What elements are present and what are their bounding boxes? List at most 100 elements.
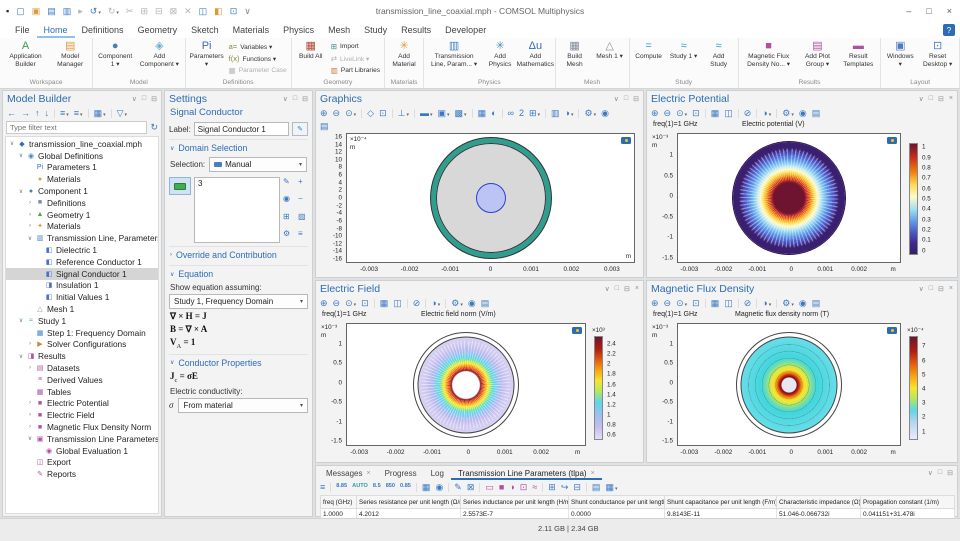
refresh-icon[interactable]: ↻ (150, 123, 158, 132)
float-icon[interactable]: □ (293, 95, 297, 103)
ribbon-tab-mesh[interactable]: Mesh (321, 23, 357, 38)
cut-icon[interactable]: ✂ (126, 6, 134, 16)
tree-node-materials[interactable]: › ✦ Materials (6, 221, 158, 233)
clear-table-icon[interactable]: ✎ (454, 482, 462, 492)
lock-axes-icon[interactable]: ⊘ (744, 108, 752, 118)
help-button[interactable]: ? (943, 24, 955, 36)
add-physics-button[interactable]: ✳ Add Physics (483, 39, 517, 69)
ribbon-tab-definitions[interactable]: Definitions (75, 23, 131, 38)
undo-icon[interactable]: ↺ ▾ (90, 6, 101, 16)
list-item[interactable]: 3 (198, 179, 276, 188)
print-icon[interactable]: ▤ (481, 298, 490, 308)
float-icon[interactable]: □ (929, 95, 933, 103)
plot-logo-icon[interactable] (572, 327, 582, 334)
tree-node-geometry-1[interactable]: › ▲ Geometry 1 (6, 209, 158, 221)
application-builder-button[interactable]: A Application Builder (2, 39, 49, 69)
parameters-button[interactable]: Pi Parameters ▾ (188, 39, 226, 69)
conductivity-dropdown[interactable]: From material ▾ (178, 397, 308, 413)
tree-chevron-icon[interactable]: ∨ (18, 152, 24, 159)
zoom-in-icon[interactable]: ⊕ (320, 298, 328, 308)
label-field[interactable]: Signal Conductor 1 (193, 122, 289, 136)
tree-chevron-icon[interactable]: ∨ (27, 235, 33, 242)
graphics-canvas[interactable]: ×10⁻⁴ m m (346, 133, 635, 263)
pin-icon[interactable]: ⊟ (624, 285, 630, 293)
ribbon-tab-physics[interactable]: Physics (276, 23, 321, 38)
import-button[interactable]: ⊞ Import (329, 41, 382, 52)
pan-icon[interactable]: ◇ (367, 108, 374, 118)
tab-messages[interactable]: Messages × (319, 467, 378, 480)
run-icon[interactable]: ▸ (78, 6, 83, 16)
autofit-columns-icon[interactable]: ≡ (320, 482, 325, 492)
color-theme-icon[interactable]: ◑ ▾ (762, 298, 771, 308)
tree-node-insulation-1[interactable]: ◨ Insulation 1 (6, 280, 158, 292)
color-theme-icon[interactable]: ◑ ▾ (565, 108, 574, 118)
settings-icon[interactable]: ⚙ ▾ (782, 108, 794, 118)
color-theme-icon[interactable]: ◑ ▾ (762, 108, 771, 118)
transmission-line-param-button[interactable]: ▥ Transmission Line, Param... ▾ (426, 39, 482, 69)
close-icon[interactable]: × (366, 470, 370, 477)
table-graph-icon[interactable]: ⊡ (520, 482, 528, 492)
tree-node-export[interactable]: ◫ Export (6, 457, 158, 469)
collapse-icon[interactable]: ∨ (614, 95, 619, 103)
copy-selection-icon[interactable]: ⊞ (283, 212, 293, 226)
magnetic-flux-canvas[interactable] (677, 323, 901, 446)
tree-node-initial-values-1[interactable]: ◧ Initial Values 1 (6, 291, 158, 303)
tree-node-derived-values[interactable]: ≡ Derived Values (6, 374, 158, 386)
domain-selection-list[interactable]: 3 (194, 177, 280, 243)
remove-icon[interactable]: − (298, 195, 308, 208)
compute-button[interactable]: = Compute (632, 39, 666, 62)
plot-logo-icon[interactable] (887, 327, 897, 334)
tree-node-study-1[interactable]: ∨ ≈ Study 1 (6, 315, 158, 327)
display-precision-icon[interactable]: 8.5 (373, 484, 381, 490)
section-conductor-properties[interactable]: ∨ Conductor Properties (169, 353, 308, 370)
close-icon[interactable]: × (949, 285, 953, 293)
minimize-button[interactable]: – (906, 6, 911, 16)
open-file-icon[interactable]: ▣ (32, 6, 41, 16)
table-surface-icon[interactable]: ▭ (485, 482, 494, 492)
zoom-in-icon[interactable]: ⊕ (320, 108, 328, 118)
functions-button[interactable]: f(x) Functions ▾ (227, 53, 289, 64)
section-override[interactable]: › Override and Contribution (169, 246, 308, 262)
tree-node-solver-configurations[interactable]: › ▶ Solver Configurations (6, 339, 158, 351)
table-settings-icon[interactable]: ▦ (422, 482, 431, 492)
add-mathematics-button[interactable]: Δu Add Mathematics (517, 39, 554, 69)
copy-selected-icon[interactable]: ⊟ (573, 482, 581, 492)
transparency-icon[interactable]: ∞ (508, 108, 514, 118)
zoom-out-icon[interactable]: ⊖ (333, 108, 341, 118)
maximize-button[interactable]: □ (926, 6, 931, 16)
result-templates-button[interactable]: ▬ Result Templates (838, 39, 878, 69)
model-builder-window-icon[interactable]: ◫ (199, 6, 208, 16)
selection-settings-icon[interactable]: ⚙ (283, 229, 293, 243)
tree-chevron-icon[interactable]: › (27, 424, 33, 430)
ribbon-tab-sketch[interactable]: Sketch (184, 23, 226, 38)
plot-in-graphics-icon[interactable]: ◑ (509, 482, 514, 492)
tree-node-step-1-frequency-domain[interactable]: ▦ Step 1: Frequency Domain (6, 327, 158, 339)
plot-settings-icon[interactable]: ▦ (711, 298, 720, 308)
scene-settings-icon[interactable]: ⚙ ▾ (584, 108, 596, 118)
tree-chevron-icon[interactable]: › (27, 223, 33, 229)
new-file-icon[interactable]: ▢ (16, 6, 25, 16)
graphics-window-icon[interactable]: ⊡ (230, 6, 238, 16)
ribbon-tab-materials[interactable]: Materials (226, 23, 277, 38)
component-1-button[interactable]: ● Component 1 ▾ (95, 39, 135, 69)
zoom-out-icon[interactable]: ⊖ (664, 108, 672, 118)
snapshot-icon[interactable]: ◉ (799, 298, 807, 308)
tree-node-definitions[interactable]: › ■ Definitions (6, 197, 158, 209)
study-1-button[interactable]: ≈ Study 1 ▾ (667, 39, 701, 62)
variables-button[interactable]: a= Variables ▾ (227, 41, 289, 52)
build-mesh-button[interactable]: ▦ Build Mesh (558, 39, 592, 69)
automatic-notation-icon[interactable]: AUTO (352, 484, 368, 490)
print-icon[interactable]: ▤ (812, 298, 821, 308)
filter-icon[interactable]: ▽ ▾ (117, 108, 127, 118)
settings-icon[interactable]: ⚙ ▾ (782, 298, 794, 308)
delete-table-icon[interactable]: ⊠ (467, 482, 475, 492)
tree-node-global-evaluation-1[interactable]: ◉ Global Evaluation 1 (6, 445, 158, 457)
more-options-icon[interactable]: ▦ ▾ (605, 482, 617, 492)
plot-logo-icon[interactable] (887, 137, 897, 144)
ribbon-tab-home[interactable]: Home (37, 23, 75, 38)
snapshot-icon[interactable]: ◉ (468, 298, 476, 308)
tree-node-component-1[interactable]: ∨ ● Component 1 (6, 185, 158, 197)
section-equation[interactable]: ∨ Equation (169, 265, 308, 281)
scene-icon[interactable]: ▬ ▾ (420, 108, 433, 118)
snapshot-icon[interactable]: ◉ (601, 108, 609, 118)
